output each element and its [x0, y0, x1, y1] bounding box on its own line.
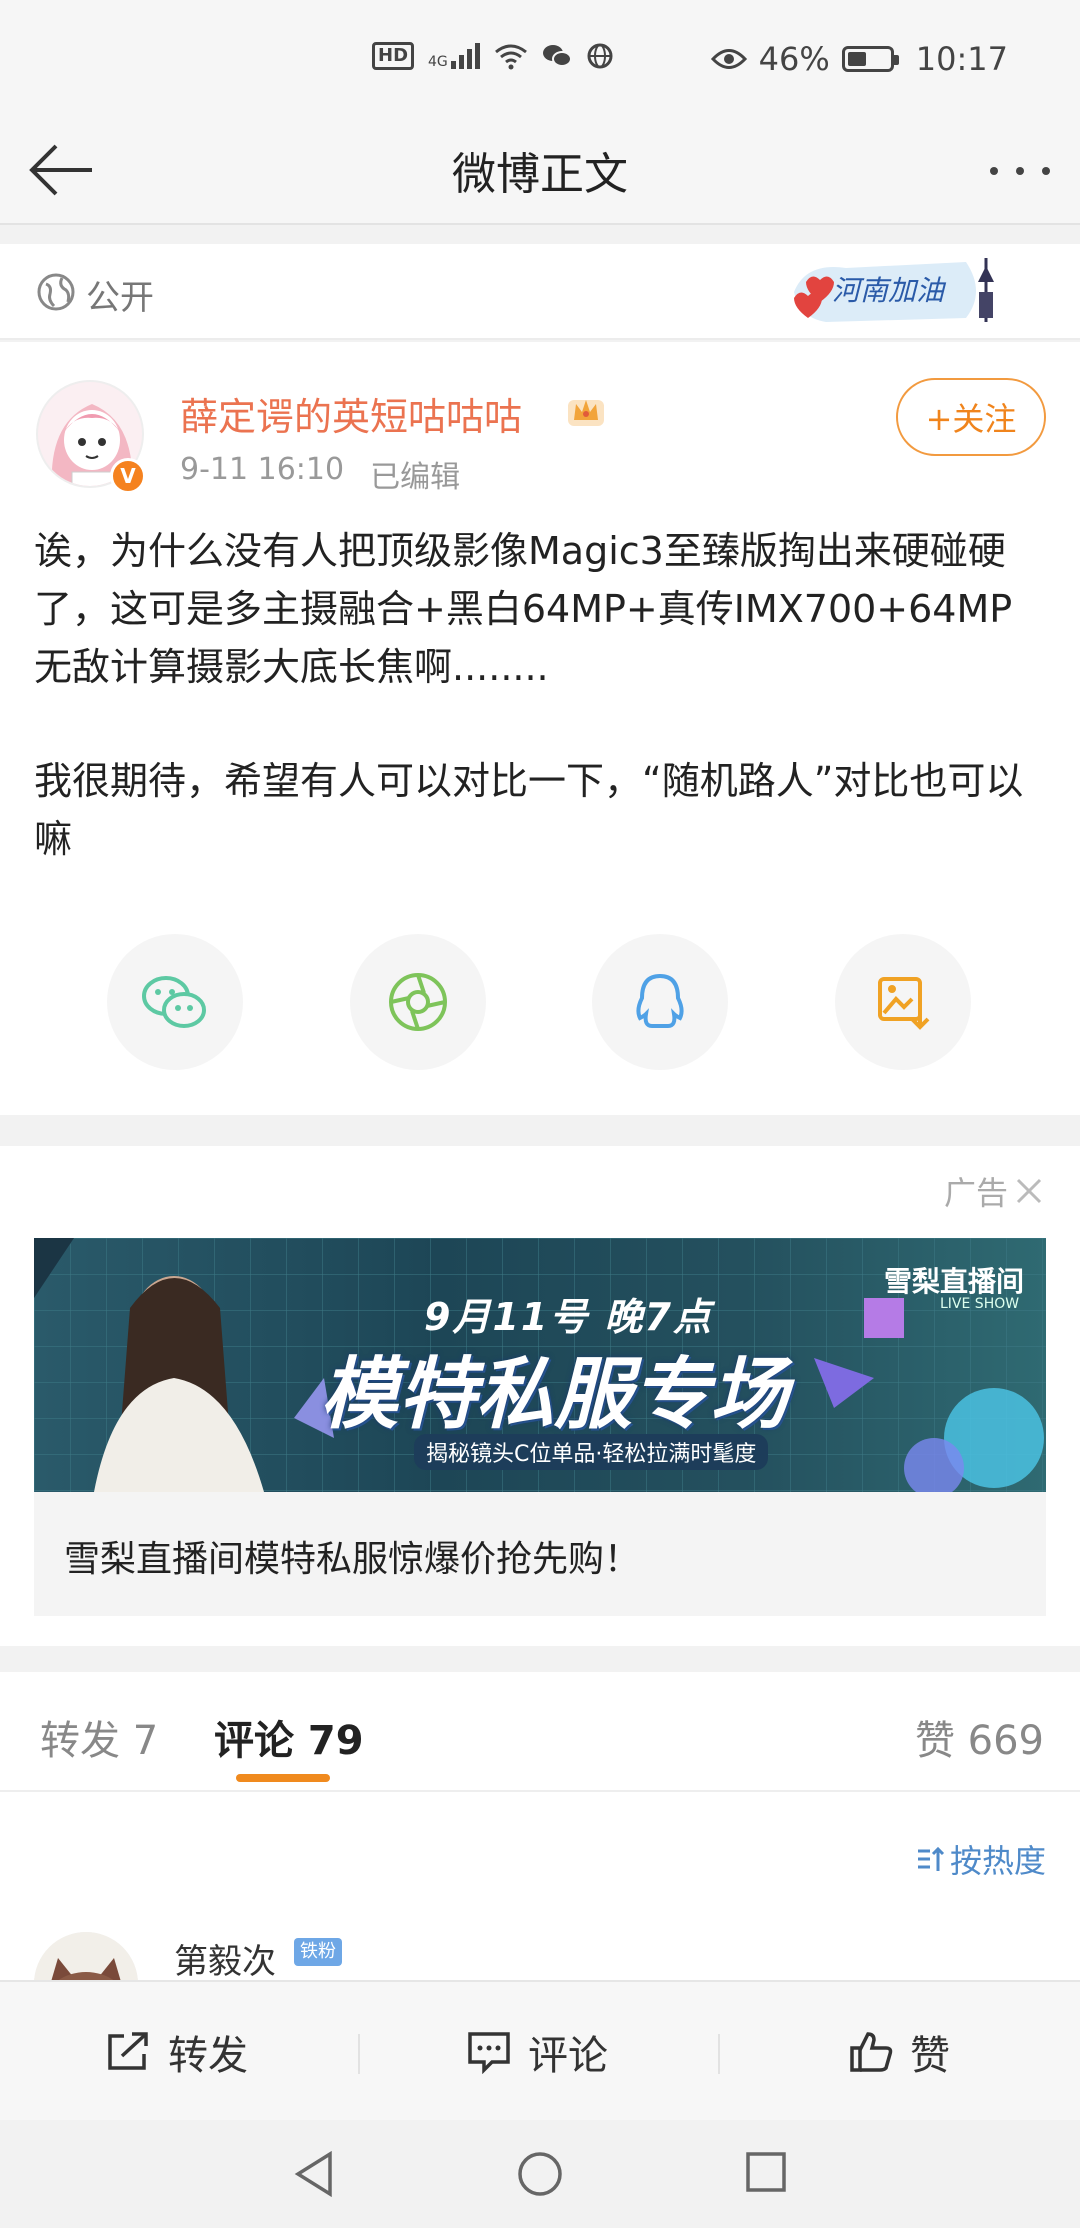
save-image-button[interactable] [835, 934, 971, 1070]
status-right: 46% 10:17 [710, 40, 1008, 78]
svg-text:河南加油: 河南加油 [832, 274, 947, 307]
ad-banner-brand: 雪梨直播间 [884, 1265, 1025, 1298]
page-title: 微博正文 [452, 149, 628, 200]
wechat-icon [142, 976, 206, 1028]
ad-card[interactable]: 广告 9月11号 晚7点 模特私服专场 揭秘镜头C位单品·轻松拉满时髦度 雪梨直… [0, 1146, 1080, 1646]
more-options-icon[interactable] [986, 156, 1054, 186]
signal-icon: 4G [428, 43, 480, 69]
battery-percent: 46% [758, 40, 830, 78]
repost-label: 转发 [168, 2033, 248, 2079]
ad-banner-image[interactable]: 9月11号 晚7点 模特私服专场 揭秘镜头C位单品·轻松拉满时髦度 雪梨直播间 … [34, 1238, 1046, 1492]
globe-icon [587, 43, 613, 69]
like-button[interactable]: 赞 [848, 1982, 950, 2122]
tab-repost[interactable]: 转发 7 [40, 1708, 158, 1766]
post-paragraph: 诶，为什么没有人把顶级影像Magic3至臻版掏出来硬碰硬了，这可是多主摄融合+黑… [34, 529, 1013, 689]
post-time: 9-11 16:10 [180, 452, 345, 487]
hd-icon: HD [372, 42, 415, 70]
post-paragraph: 我很期待，希望有人可以对比一下，“随机路人”对比也可以嘛 [34, 759, 1024, 861]
eye-icon [710, 49, 747, 69]
battery-icon [841, 46, 899, 72]
bottom-action-bar: 转发 评论 赞 [0, 1980, 1080, 2120]
system-recents-icon[interactable] [744, 2150, 788, 2194]
ad-label[interactable]: 广告 [944, 1168, 1044, 1214]
network-type: 4G [428, 54, 448, 70]
comment-label: 评论 [528, 2033, 608, 2079]
share-wechat-button[interactable] [107, 934, 243, 1070]
share-qq-button[interactable] [592, 934, 728, 1070]
sort-button[interactable]: 按热度 [916, 1836, 1046, 1882]
system-home-icon[interactable] [516, 2150, 564, 2198]
henan-support-badge-icon[interactable]: 河南加油 [786, 252, 1016, 332]
ad-banner-live: LIVE SHOW [940, 1296, 1020, 1312]
edited-label[interactable]: 已编辑 [370, 452, 460, 496]
status-icons: HD 4G [372, 42, 614, 70]
share-row [0, 934, 1080, 1070]
sort-icon [917, 1846, 945, 1871]
tab-like[interactable]: 赞 669 [915, 1708, 1044, 1766]
sort-label: 按热度 [949, 1842, 1046, 1880]
divider [718, 2034, 720, 2074]
visibility-label: 公开 [86, 278, 154, 318]
status-bar: HD 4G 46% 10:17 [0, 0, 1080, 120]
moments-icon [389, 973, 447, 1031]
system-back-icon[interactable] [292, 2150, 336, 2198]
comment-icon [468, 2032, 510, 2074]
tab-comment[interactable]: 评论 79 [214, 1708, 364, 1766]
fan-badge: 铁粉 [294, 1938, 342, 1966]
active-tab-indicator [236, 1774, 330, 1782]
public-globe-icon [37, 273, 75, 311]
interaction-tabs: 转发 7 评论 79 赞 669 [0, 1672, 1080, 1792]
ad-banner-title: 模特私服专场 [320, 1350, 789, 1440]
ad-caption-text: 雪梨直播间模特私服惊爆价抢先购！ [64, 1539, 641, 1580]
follow-button[interactable]: +关注 [896, 378, 1046, 456]
repost-button[interactable]: 转发 [104, 1982, 248, 2122]
post-card: V 薛定谔的英短咕咕咕 9-11 16:10 已编辑 +关注 诶，为什么没有人把… [0, 342, 1080, 1115]
qq-icon [636, 973, 684, 1028]
ad-tag: 广告 [943, 1174, 1008, 1212]
share-moments-button[interactable] [350, 934, 486, 1070]
comment-button[interactable]: 评论 [466, 1982, 608, 2122]
like-label: 赞 [910, 2033, 950, 2079]
weibo-post-screen: HD 4G 46% 10:17 微博正文 公开 河南加油 V 薛定谔的英短咕咕咕… [0, 0, 1080, 2228]
crown-icon [568, 400, 604, 426]
save-image-icon [878, 977, 930, 1030]
thumbs-up-icon [850, 2032, 893, 2072]
clock: 10:17 [915, 40, 1008, 78]
verified-badge-icon: V [110, 458, 146, 494]
system-navigation-bar [0, 2120, 1080, 2228]
ad-caption[interactable]: 雪梨直播间模特私服惊爆价抢先购！ [34, 1492, 1046, 1616]
close-icon[interactable] [1014, 1176, 1044, 1206]
wifi-icon [494, 44, 527, 70]
author-name[interactable]: 薛定谔的英短咕咕咕 [180, 386, 522, 441]
top-nav-bar: 微博正文 [0, 120, 1080, 225]
visibility-bar: 公开 河南加油 [0, 244, 1080, 340]
post-text: 诶，为什么没有人把顶级影像Magic3至臻版掏出来硬碰硬了，这可是多主摄融合+黑… [34, 522, 1050, 924]
post-meta: 9-11 16:10 已编辑 [180, 452, 460, 496]
repost-icon [108, 2032, 148, 2070]
wechat-notification-icon [542, 45, 572, 67]
commenter-name[interactable]: 第毅次 [174, 1934, 276, 1983]
divider [358, 2034, 360, 2074]
ad-banner-subtitle: 揭秘镜头C位单品·轻松拉满时髦度 [414, 1434, 769, 1470]
